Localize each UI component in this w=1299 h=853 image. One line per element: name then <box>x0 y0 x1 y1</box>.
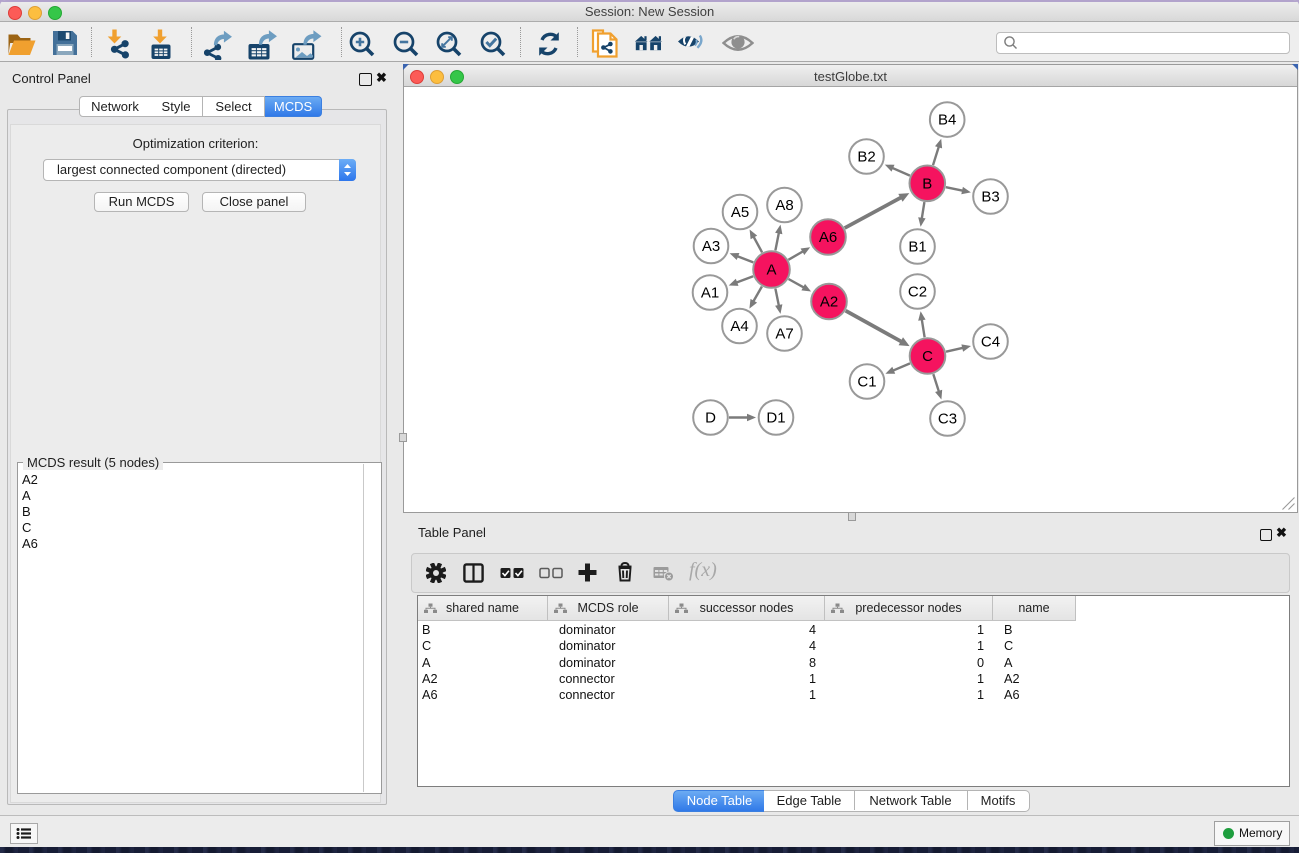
svg-text:A4: A4 <box>730 318 748 335</box>
svg-text:A3: A3 <box>702 238 720 255</box>
svg-text:C3: C3 <box>938 411 957 428</box>
svg-text:A5: A5 <box>731 204 749 221</box>
svg-text:B4: B4 <box>938 112 956 129</box>
svg-text:D: D <box>705 410 716 427</box>
svg-text:B1: B1 <box>908 239 926 256</box>
svg-text:B2: B2 <box>857 149 875 166</box>
svg-text:D1: D1 <box>766 410 785 427</box>
svg-text:C1: C1 <box>857 374 876 391</box>
svg-text:B: B <box>922 175 932 192</box>
svg-text:A: A <box>766 262 776 279</box>
svg-text:A2: A2 <box>820 294 838 311</box>
svg-text:B3: B3 <box>981 189 999 206</box>
svg-text:A8: A8 <box>775 197 793 214</box>
svg-text:A1: A1 <box>701 285 719 302</box>
svg-text:A6: A6 <box>819 229 837 246</box>
svg-text:A7: A7 <box>775 326 793 343</box>
svg-text:C4: C4 <box>981 334 1000 351</box>
svg-text:C2: C2 <box>908 284 927 301</box>
svg-text:C: C <box>922 348 933 365</box>
